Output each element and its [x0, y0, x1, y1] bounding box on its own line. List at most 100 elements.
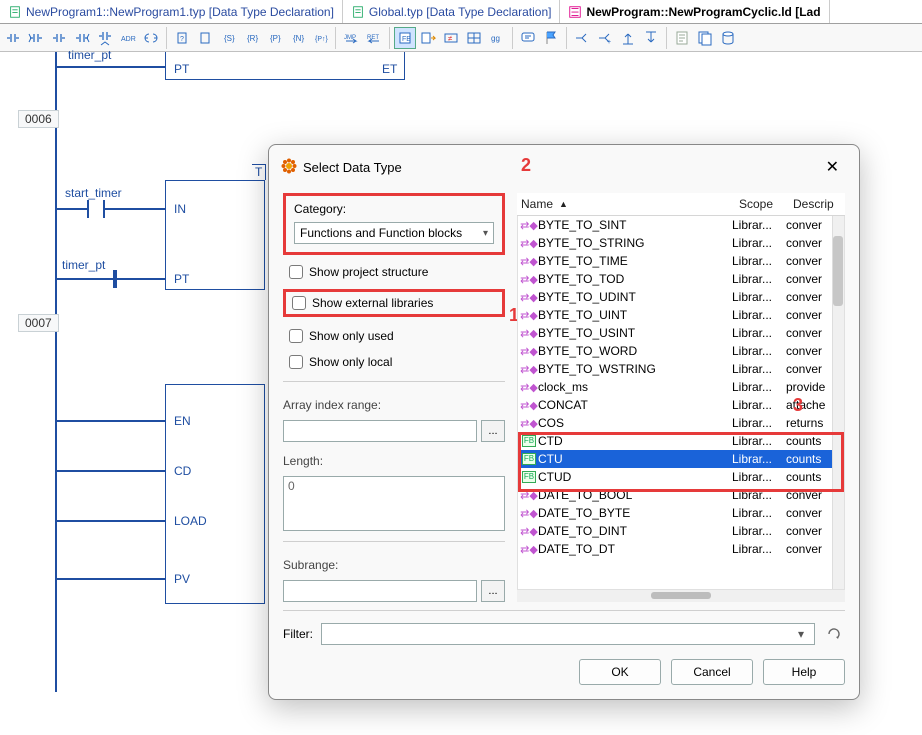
check-only-local[interactable]: Show only local — [283, 353, 505, 371]
category-dropdown[interactable]: Functions and Function blocks ▾ — [294, 222, 494, 244]
type-name: DATE_TO_BOOL — [538, 488, 732, 502]
tool-contact-icon[interactable] — [48, 27, 70, 49]
type-row[interactable]: ⇄◆BYTE_TO_WORDLibrar...conver — [518, 342, 844, 360]
tool-fb-icon[interactable]: FB — [394, 27, 416, 49]
type-row[interactable]: ⇄◆clock_msLibrar...provide — [518, 378, 844, 396]
wire — [55, 578, 165, 580]
annotation-3: 3 — [793, 395, 803, 416]
close-button[interactable]: ✕ — [818, 153, 847, 181]
type-row[interactable]: ⇄◆DATE_TO_BYTELibrar...conver — [518, 504, 844, 522]
vscroll-thumb[interactable] — [833, 236, 843, 306]
type-row[interactable]: FBCTULibrar...counts — [518, 450, 844, 468]
vscrollbar[interactable] — [832, 216, 844, 589]
pin-cd: CD — [174, 464, 191, 478]
tool-coil-icon[interactable] — [140, 27, 162, 49]
tool-block-empty-icon[interactable] — [194, 27, 216, 49]
array-idx-browse[interactable]: ... — [481, 420, 505, 442]
help-button[interactable]: Help — [763, 659, 845, 685]
col-desc[interactable]: Descrip — [789, 193, 845, 215]
type-row[interactable]: ⇄◆BYTE_TO_TODLibrar...conver — [518, 270, 844, 288]
filter-label: Filter: — [283, 627, 313, 641]
fn-icon: ⇄◆ — [520, 219, 538, 232]
subrange-input[interactable] — [283, 580, 477, 602]
type-row[interactable]: ⇄◆BYTE_TO_UINTLibrar...conver — [518, 306, 844, 324]
type-row[interactable]: FBCTUDLibrar...counts — [518, 468, 844, 486]
tool-gg-icon[interactable]: gg — [486, 27, 508, 49]
tool-branch-down-icon[interactable] — [640, 27, 662, 49]
tool-add-before-icon[interactable] — [2, 27, 24, 49]
tool-block-p-icon[interactable]: {P} — [263, 27, 285, 49]
filter-refresh-button[interactable] — [823, 623, 845, 645]
tool-block-blank-icon[interactable]: ? — [171, 27, 193, 49]
hscrollbar[interactable] — [517, 590, 845, 602]
check-project-structure[interactable]: Show project structure — [283, 263, 505, 281]
fn-icon: ⇄◆ — [520, 489, 538, 502]
check-only-used[interactable]: Show only used — [283, 327, 505, 345]
col-name[interactable]: Name ▲ — [517, 193, 735, 215]
tool-branch-plus-icon[interactable]: + — [594, 27, 616, 49]
type-scope: Librar... — [732, 416, 786, 430]
chevron-down-icon[interactable]: ▾ — [792, 627, 810, 641]
type-scope: Librar... — [732, 272, 786, 286]
tool-block-n-icon[interactable]: {N} — [286, 27, 308, 49]
tool-fb-arrow-icon[interactable] — [417, 27, 439, 49]
category-label: Category: — [294, 202, 494, 216]
tab-newprogram1-typ[interactable]: NewProgram1::NewProgram1.typ [Data Type … — [0, 0, 343, 23]
type-row[interactable]: ⇄◆BYTE_TO_STRINGLibrar...conver — [518, 234, 844, 252]
subrange-browse[interactable]: ... — [481, 580, 505, 602]
fb-title: T — [255, 165, 262, 179]
svg-text:{S}: {S} — [224, 34, 235, 43]
tool-grid-icon[interactable] — [463, 27, 485, 49]
filter-input[interactable]: ▾ — [321, 623, 815, 645]
hscroll-thumb[interactable] — [651, 592, 711, 599]
tab-bar: NewProgram1::NewProgram1.typ [Data Type … — [0, 0, 922, 24]
tool-block-ph-icon[interactable]: {P↑} — [309, 27, 331, 49]
length-input[interactable]: 0 — [283, 476, 505, 531]
type-row[interactable]: ⇄◆DATE_TO_BOOLLibrar...conver — [518, 486, 844, 504]
tool-contact-right-icon[interactable] — [71, 27, 93, 49]
tool-comment-icon[interactable] — [517, 27, 539, 49]
tool-ret-icon[interactable]: RET — [363, 27, 385, 49]
tab-newprogram-cyclic-ld[interactable]: NewProgram::NewProgramCyclic.ld [Lad — [560, 0, 829, 23]
ladder-file-icon — [568, 5, 582, 19]
type-scope: Librar... — [732, 236, 786, 250]
tool-contact-left-icon[interactable] — [25, 27, 47, 49]
cancel-button[interactable]: Cancel — [671, 659, 753, 685]
type-row[interactable]: ⇄◆BYTE_TO_UDINTLibrar...conver — [518, 288, 844, 306]
type-scope: Librar... — [732, 344, 786, 358]
tool-db-icon[interactable] — [717, 27, 739, 49]
tick — [113, 270, 117, 288]
check-external-libraries[interactable]: Show external libraries — [283, 289, 505, 317]
type-row[interactable]: ⇄◆BYTE_TO_SINTLibrar...conver — [518, 216, 844, 234]
array-idx-input[interactable] — [283, 420, 477, 442]
type-scope: Librar... — [732, 452, 786, 466]
fn-icon: ⇄◆ — [520, 507, 538, 520]
tool-jmp-icon[interactable]: JMP — [340, 27, 362, 49]
tool-adr-icon[interactable]: ADR — [117, 27, 139, 49]
tool-compare-icon[interactable]: ≠ — [440, 27, 462, 49]
ok-button[interactable]: OK — [579, 659, 661, 685]
tab-global-typ[interactable]: Global.typ [Data Type Declaration] — [343, 0, 561, 23]
tool-branch-right-icon[interactable] — [571, 27, 593, 49]
tool-doc2-icon[interactable] — [694, 27, 716, 49]
annotation-2: 2 — [521, 155, 531, 176]
type-row[interactable]: ⇄◆DATE_TO_DTLibrar...conver — [518, 540, 844, 558]
ladder-rail — [55, 52, 57, 692]
col-scope[interactable]: Scope — [735, 193, 789, 215]
contact-start-timer[interactable] — [87, 200, 105, 218]
type-row[interactable]: FBCTDLibrar...counts — [518, 432, 844, 450]
tool-flag-icon[interactable] — [540, 27, 562, 49]
tool-block-s-icon[interactable]: {S} — [217, 27, 239, 49]
tool-block-r-icon[interactable]: {R} — [240, 27, 262, 49]
type-row[interactable]: ⇄◆BYTE_TO_TIMELibrar...conver — [518, 252, 844, 270]
type-row[interactable]: ⇄◆COSLibrar...returns — [518, 414, 844, 432]
tool-contact-below-icon[interactable] — [94, 27, 116, 49]
type-name: BYTE_TO_TOD — [538, 272, 732, 286]
tool-branch-up-icon[interactable] — [617, 27, 639, 49]
type-row[interactable]: ⇄◆BYTE_TO_USINTLibrar...conver — [518, 324, 844, 342]
type-scope: Librar... — [732, 308, 786, 322]
type-row[interactable]: ⇄◆DATE_TO_DINTLibrar...conver — [518, 522, 844, 540]
tool-doc-icon[interactable] — [671, 27, 693, 49]
checkbox-icon — [292, 296, 306, 310]
type-row[interactable]: ⇄◆BYTE_TO_WSTRINGLibrar...conver — [518, 360, 844, 378]
